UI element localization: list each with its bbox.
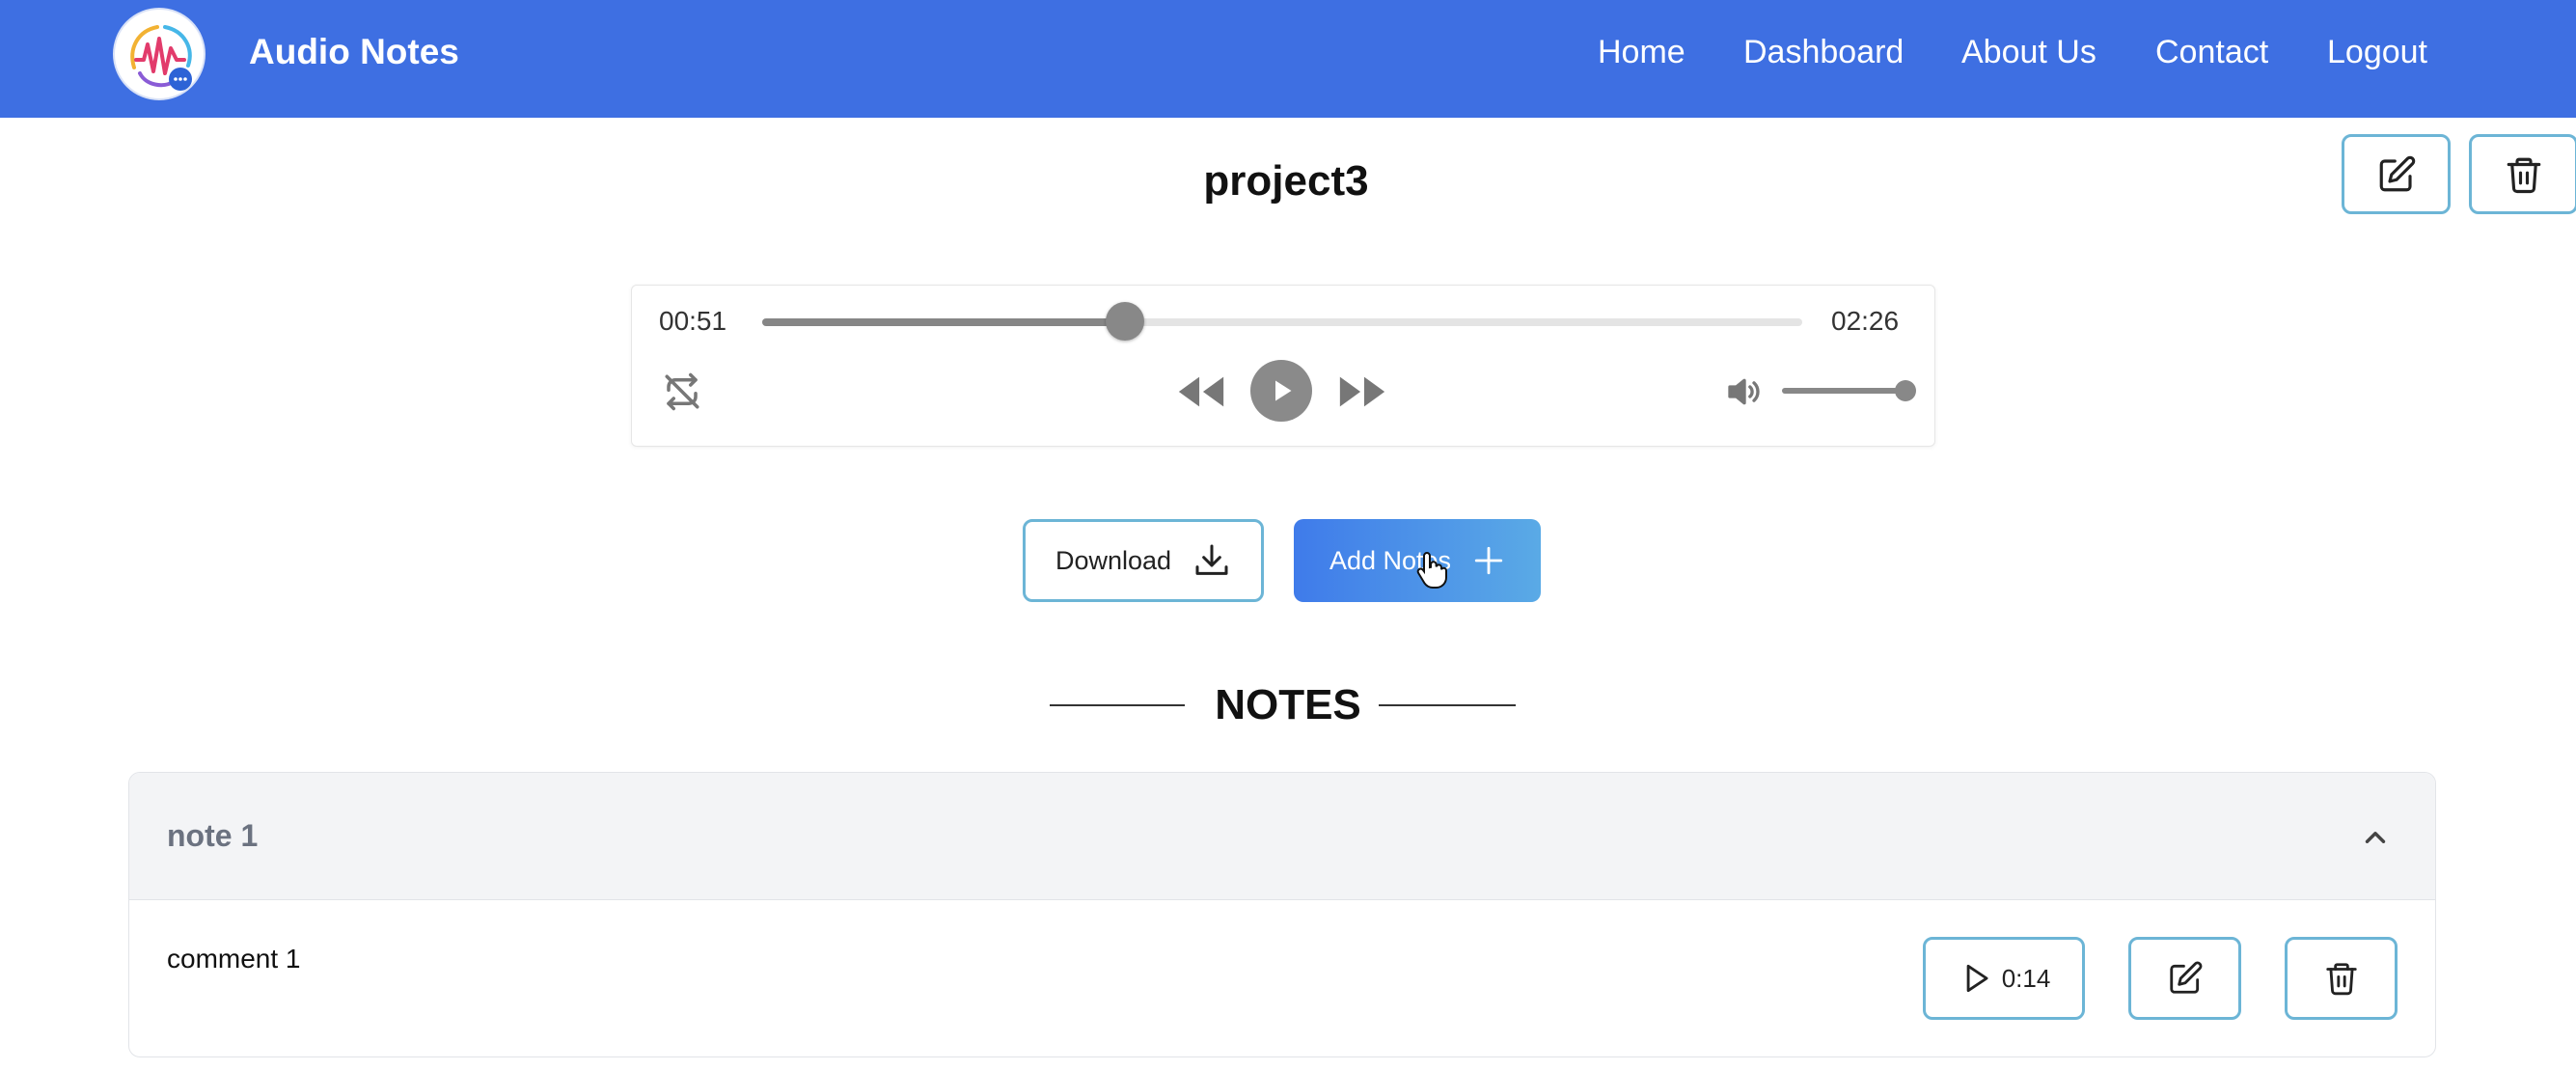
volume-button[interactable] bbox=[1723, 370, 1766, 413]
nav-contact[interactable]: Contact bbox=[2155, 33, 2268, 71]
seek-bar[interactable] bbox=[762, 302, 1802, 341]
play-note-timestamp-button[interactable]: 0:14 bbox=[1923, 937, 2085, 1020]
notes-heading: NOTES bbox=[1215, 681, 1361, 728]
fast-forward-button[interactable] bbox=[1336, 370, 1388, 413]
download-icon bbox=[1195, 544, 1228, 575]
nav-dashboard[interactable]: Dashboard bbox=[1743, 33, 1904, 71]
volume-icon bbox=[1728, 378, 1760, 405]
duration-time: 02:26 bbox=[1831, 306, 1900, 336]
rewind-icon bbox=[1178, 376, 1224, 407]
download-button[interactable]: Download bbox=[1023, 519, 1264, 602]
audio-waveform-chat-logo-icon bbox=[130, 25, 192, 91]
loop-toggle-button[interactable] bbox=[659, 371, 705, 412]
chevron-up-icon[interactable] bbox=[2359, 821, 2392, 854]
fast-forward-icon bbox=[1339, 376, 1385, 407]
volume-slider[interactable] bbox=[1782, 380, 1916, 401]
edit-note-button[interactable] bbox=[2128, 937, 2241, 1020]
note-timestamp: 0:14 bbox=[2001, 963, 2051, 993]
volume-slider-fill bbox=[1782, 388, 1905, 394]
edit-icon bbox=[2169, 961, 2202, 994]
notes-heading-divider-right bbox=[1379, 704, 1516, 706]
app-title: Audio Notes bbox=[249, 32, 459, 71]
seek-bar-progress bbox=[762, 318, 1126, 326]
trash-icon bbox=[2325, 963, 2357, 996]
play-button[interactable] bbox=[1250, 360, 1312, 422]
nav-home[interactable]: Home bbox=[1598, 33, 1685, 71]
note-accordion-item: note 1 comment 1 0:14 bbox=[128, 772, 2436, 1057]
current-time: 00:51 bbox=[659, 306, 727, 336]
app-logo[interactable] bbox=[113, 8, 206, 100]
nav-about-us[interactable]: About Us bbox=[1961, 33, 2096, 71]
pointer-hand-cursor-icon bbox=[1416, 551, 1447, 589]
note-comment: comment 1 bbox=[167, 944, 301, 974]
plus-icon bbox=[1474, 546, 1503, 575]
play-icon bbox=[1275, 380, 1292, 401]
top-navbar: Audio Notes Home Dashboard About Us Cont… bbox=[0, 0, 2576, 118]
rewind-button[interactable] bbox=[1175, 370, 1227, 413]
repeat-off-icon bbox=[665, 372, 699, 411]
delete-note-button[interactable] bbox=[2285, 937, 2398, 1020]
play-outline-icon bbox=[1966, 964, 1988, 993]
page-title: project3 bbox=[1203, 157, 1369, 205]
download-button-label: Download bbox=[1055, 545, 1172, 575]
seek-bar-handle[interactable] bbox=[1106, 302, 1145, 341]
note-title: note 1 bbox=[167, 818, 259, 853]
nav-logout[interactable]: Logout bbox=[2327, 33, 2427, 71]
note-accordion-header[interactable]: note 1 bbox=[129, 773, 2435, 900]
volume-slider-handle[interactable] bbox=[1895, 380, 1916, 401]
